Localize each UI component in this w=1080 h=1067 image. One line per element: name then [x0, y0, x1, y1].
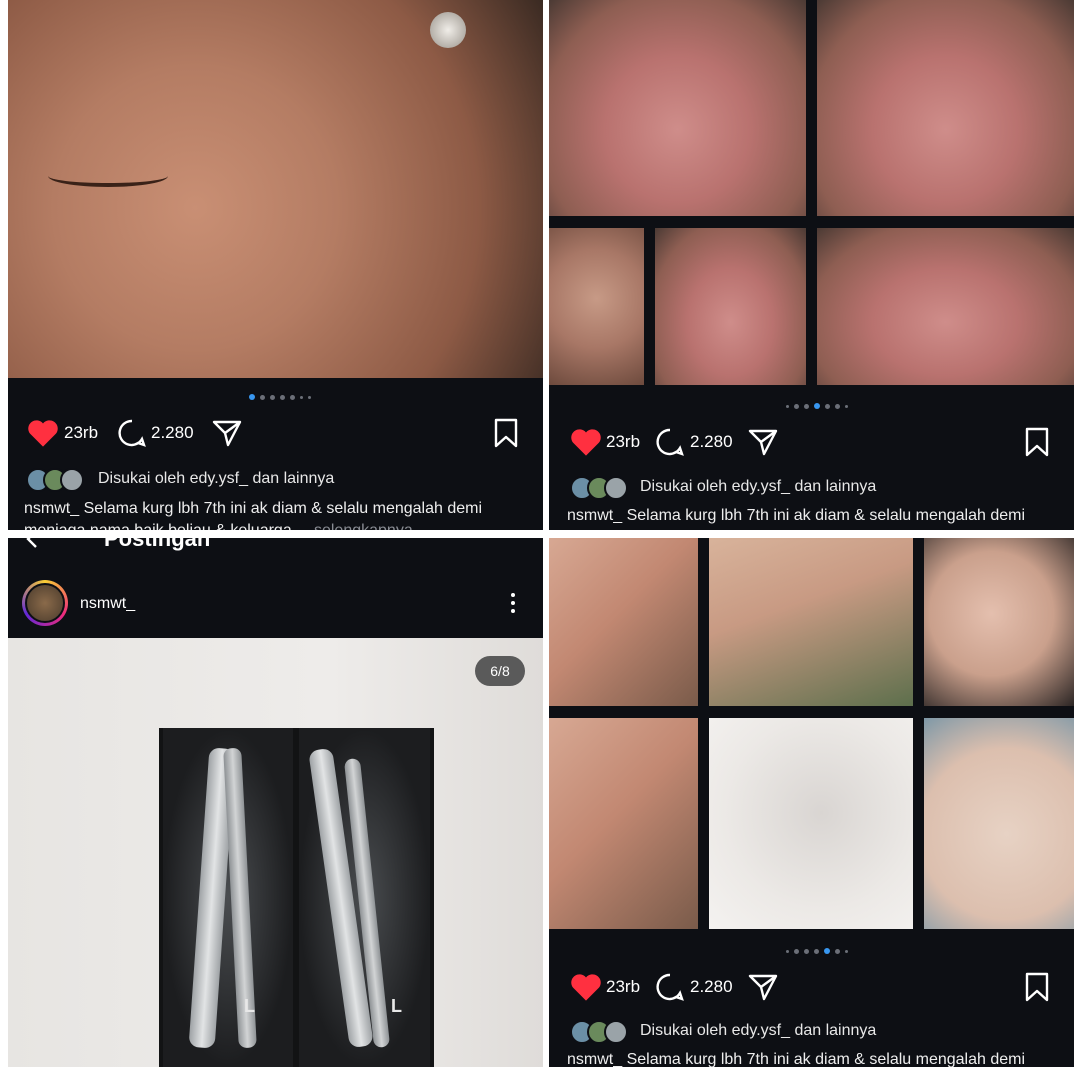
header-title: Postingan: [104, 538, 211, 551]
grid-photo-2[interactable]: [817, 0, 1074, 216]
heart-icon[interactable]: [569, 972, 603, 1002]
comment-icon[interactable]: [654, 426, 686, 458]
liked-by-text[interactable]: Disukai oleh edy.ysf_ dan lainnya: [640, 478, 876, 496]
comment-count[interactable]: 2.280: [690, 427, 733, 457]
liker-avatars: [26, 468, 84, 492]
grid-photo-6[interactable]: [924, 718, 1074, 929]
caption-line-1: nsmwt_ Selama kurg lbh 7th ini ak diam &…: [24, 500, 483, 517]
bookmark-icon[interactable]: [1023, 971, 1051, 1003]
action-bar: 23rb 2.280: [549, 971, 1074, 1011]
avatar[interactable]: [22, 580, 68, 626]
xray-label-left: L: [244, 996, 255, 1016]
liked-by-text[interactable]: Disukai oleh edy.ysf_ dan lainnya: [640, 1022, 876, 1040]
comment-icon[interactable]: [116, 417, 148, 449]
liker-avatars: [570, 1020, 628, 1044]
xray-label-right: L: [391, 996, 402, 1016]
caption-line-1: nsmwt_ Selama kurg lbh 7th ini ak diam &…: [567, 507, 1026, 524]
post-photo-xray[interactable]: 6/8 L L: [8, 638, 543, 1067]
earring: [430, 12, 466, 48]
eyelash: [48, 165, 168, 187]
share-icon[interactable]: [747, 971, 779, 1003]
grid-photo-1[interactable]: [549, 0, 806, 216]
liked-by-text[interactable]: Disukai oleh edy.ysf_ dan lainnya: [98, 470, 334, 488]
comment-icon[interactable]: [654, 971, 686, 1003]
like-count[interactable]: 23rb: [64, 418, 98, 448]
liker-avatars: [570, 476, 628, 500]
page-counter: 6/8: [475, 656, 525, 686]
comment-count[interactable]: 2.280: [690, 972, 733, 1002]
grid-photo-4[interactable]: [549, 718, 698, 929]
grid-photo-3[interactable]: [549, 228, 644, 385]
caption-line-1: nsmwt_ Selama kurg lbh 7th ini ak diam &…: [567, 1051, 1026, 1067]
bookmark-icon[interactable]: [1023, 426, 1051, 458]
post-photo-face[interactable]: [8, 0, 543, 378]
post-panel-bottom-right: 23rb 2.280 Disukai oleh edy.ysf_ dan lai…: [549, 538, 1074, 1067]
caption-line-2: menjaga nama baik beliau & keluarga ... …: [24, 522, 413, 530]
heart-icon[interactable]: [569, 427, 603, 457]
back-arrow-icon[interactable]: [24, 538, 46, 550]
post-viewer-panel: Postingan nsmwt_ 6/8 L L: [8, 538, 543, 1067]
grid-photo-4[interactable]: [655, 228, 806, 385]
post-panel-top-right: 23rb 2.280 Disukai oleh edy.ysf_ dan lai…: [549, 0, 1074, 530]
action-bar: 23rb 2.280: [549, 426, 1074, 466]
action-bar: 23rb 2.280: [8, 417, 543, 457]
bookmark-icon[interactable]: [492, 417, 520, 449]
comment-count[interactable]: 2.280: [151, 418, 194, 448]
grid-photo-5[interactable]: [817, 228, 1074, 385]
share-icon[interactable]: [747, 426, 779, 458]
carousel-dots: [786, 403, 848, 409]
carousel-dots: [786, 948, 848, 954]
grid-photo-2[interactable]: [709, 538, 913, 706]
heart-icon[interactable]: [26, 418, 60, 448]
like-count[interactable]: 23rb: [606, 972, 640, 1002]
grid-photo-1[interactable]: [549, 538, 698, 706]
grid-photo-3[interactable]: [924, 538, 1074, 706]
viewer-header: Postingan: [8, 538, 543, 552]
username[interactable]: nsmwt_: [80, 595, 135, 613]
share-icon[interactable]: [211, 417, 243, 449]
xray-film: L L: [159, 728, 434, 1067]
more-icon[interactable]: [510, 593, 516, 615]
like-count[interactable]: 23rb: [606, 427, 640, 457]
more-link[interactable]: ... selengkapnya: [296, 522, 413, 530]
post-panel-top-left: 23rb 2.280 Disukai oleh edy.ysf_ dan lai…: [8, 0, 543, 530]
carousel-dots: [249, 394, 311, 400]
grid-photo-5[interactable]: [709, 718, 913, 929]
caption-text: menjaga nama baik beliau & keluarga: [24, 522, 292, 530]
